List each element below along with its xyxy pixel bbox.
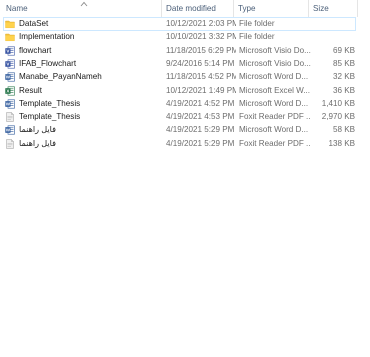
file-date-modified: 11/18/2015 4:52 PM: [166, 72, 236, 82]
visio-icon: V: [5, 46, 15, 56]
folder-icon: [5, 32, 15, 42]
file-type: Foxit Reader PDF ...: [239, 138, 311, 148]
word-icon: W: [5, 125, 15, 135]
file-row[interactable]: W Template_Thesis 4/19/2021 4:52 PM Microso…: [4, 98, 355, 110]
column-header-size[interactable]: Size: [313, 0, 329, 17]
file-size: 36 KB: [332, 85, 355, 95]
sort-up-icon: [80, 1, 88, 7]
column-divider[interactable]: [161, 0, 162, 17]
file-list-pane: Name Date modified Type Size DataSet 10/1…: [0, 0, 370, 357]
column-header-name[interactable]: Name: [6, 0, 28, 17]
file-row[interactable]: فایل راهنما 4/19/2021 5:29 PM Foxit Reader…: [4, 138, 355, 150]
file-size: 85 KB: [332, 58, 355, 68]
file-type: Foxit Reader PDF ...: [239, 112, 311, 122]
file-size: 138 KB: [328, 138, 355, 148]
file-date-modified: 4/19/2021 5:29 PM: [166, 125, 235, 135]
file-size: [312, 31, 355, 43]
pdf-icon: [5, 138, 15, 149]
column-divider[interactable]: [357, 0, 358, 17]
file-name: Manabe_PayanNameh: [19, 72, 102, 82]
file-type: File folder: [239, 19, 275, 28]
file-type: File folder: [239, 32, 275, 42]
file-name: فایل راهنما: [19, 138, 56, 148]
svg-text:W: W: [6, 128, 11, 133]
file-type: Microsoft Visio Do...: [239, 45, 311, 55]
column-header-row: Name Date modified Type Size: [0, 0, 362, 17]
column-header-type[interactable]: Type: [238, 0, 256, 17]
file-row[interactable]: W Manabe_PayanNameh 11/18/2015 4:52 PM Micr…: [4, 71, 355, 83]
file-type: Microsoft Excel W...: [239, 85, 311, 95]
file-date-modified: 9/24/2016 5:14 PM: [166, 58, 235, 68]
visio-icon: V: [5, 59, 15, 69]
word-icon: W: [5, 99, 15, 109]
file-size: [312, 18, 355, 30]
file-type: Microsoft Word D...: [239, 72, 309, 82]
file-size: 32 KB: [332, 72, 355, 82]
file-date-modified: 4/19/2021 5:29 PM: [166, 138, 235, 148]
excel-icon: X: [5, 86, 15, 96]
column-divider[interactable]: [308, 0, 309, 17]
file-size: 58 KB: [332, 125, 355, 135]
file-date-modified: 10/12/2021 1:49 PM: [166, 85, 236, 95]
column-divider[interactable]: [233, 0, 234, 17]
file-name: DataSet: [19, 19, 49, 28]
file-size: 69 KB: [332, 45, 355, 55]
file-name: Implementation: [19, 32, 75, 42]
svg-text:W: W: [6, 101, 11, 106]
file-name: فایل راهنما: [19, 125, 56, 135]
file-name: Template_Thesis: [19, 98, 81, 108]
file-name: Result: [19, 85, 42, 95]
file-name: flowchart: [19, 45, 52, 55]
file-date-modified: 4/19/2021 4:53 PM: [166, 112, 235, 122]
file-date-modified: 10/10/2021 3:32 PM: [166, 32, 236, 42]
svg-text:W: W: [6, 75, 11, 80]
file-name: IFAB_Flowchart: [19, 58, 77, 68]
file-type: Microsoft Visio Do...: [239, 58, 311, 68]
file-row[interactable]: V IFAB_Flowchart 9/24/2016 5:14 PM Microsof…: [4, 58, 355, 70]
file-date-modified: 10/12/2021 2:03 PM: [166, 19, 236, 28]
column-header-date-modified[interactable]: Date modified: [166, 0, 216, 17]
pdf-icon: [5, 112, 15, 122]
file-type: Microsoft Word D...: [239, 125, 309, 135]
file-type: Microsoft Word D...: [239, 98, 309, 108]
file-row[interactable]: Implementation 10/10/2021 3:32 PM File fol…: [4, 31, 355, 43]
file-size: 1,410 KB: [321, 98, 355, 108]
file-row[interactable]: W فایل راهنما 4/19/2021 5:29 PM Microsoft W…: [4, 124, 355, 136]
file-name: Template_Thesis: [19, 112, 81, 122]
file-row[interactable]: DataSet 10/12/2021 2:03 PM File folder: [3, 17, 356, 31]
file-date-modified: 11/18/2015 6:29 PM: [166, 45, 236, 55]
file-row[interactable]: X Result 10/12/2021 1:49 PM Microsoft Excel…: [4, 85, 355, 97]
folder-icon: [5, 19, 15, 29]
file-size: 2,970 KB: [321, 112, 355, 122]
file-row[interactable]: Vflowchart 11/18/2015 6:29 PM Microsoft Vi…: [4, 45, 355, 57]
word-icon: W: [5, 72, 15, 82]
file-date-modified: 4/19/2021 4:52 PM: [166, 98, 235, 108]
file-row[interactable]: Template_Thesis 4/19/2021 4:53 PM Foxit Re…: [4, 111, 355, 123]
